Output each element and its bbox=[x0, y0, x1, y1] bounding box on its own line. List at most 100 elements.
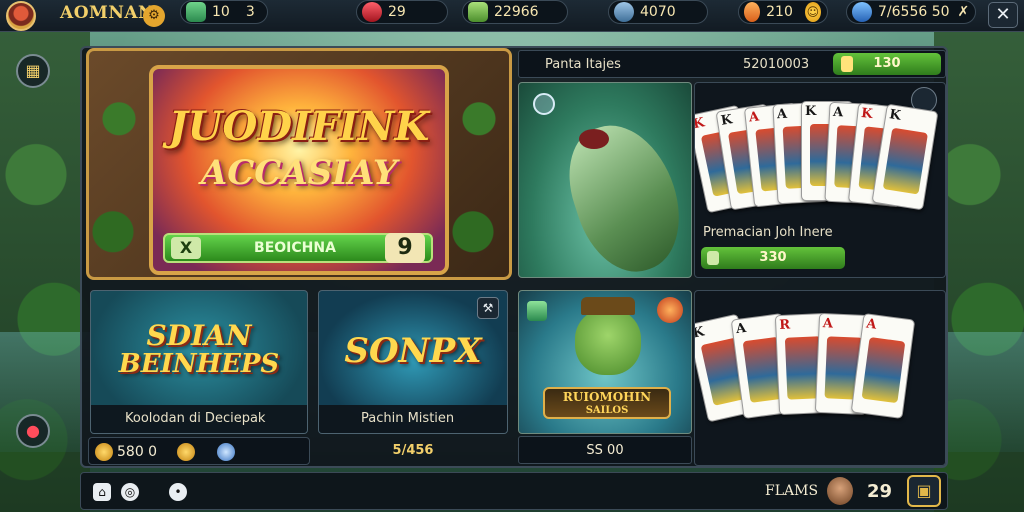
cash-icon bbox=[468, 2, 488, 22]
fishing-lure-icon bbox=[533, 93, 555, 115]
sonpx-value: 5/456 bbox=[392, 443, 434, 458]
target-icon bbox=[657, 297, 683, 323]
fish-illustration bbox=[554, 111, 691, 277]
gem-icon bbox=[527, 301, 547, 321]
card-game-1-button[interactable]: 330 bbox=[701, 247, 845, 269]
gems-counter[interactable]: 10 3 bbox=[180, 0, 268, 24]
fishing-game-tile[interactable] bbox=[518, 82, 692, 278]
panel2-card-rank: R bbox=[778, 317, 791, 333]
panel1-card-rank: K bbox=[805, 104, 817, 119]
home-icon[interactable]: ⌂ bbox=[93, 483, 111, 501]
ruby-gem-icon: ● bbox=[26, 421, 40, 440]
seal-game-title-1: SDIAN bbox=[146, 319, 252, 352]
gems-value: 10 bbox=[212, 4, 230, 20]
shield-value: 7/6556 50 bbox=[878, 4, 950, 20]
header-button-text: 130 bbox=[873, 56, 901, 71]
frog-game-footer: SS 00 bbox=[518, 436, 692, 464]
right-header-row: Panta Itajes 52010003 130 bbox=[518, 50, 946, 78]
smiley-icon: ☺ bbox=[804, 2, 821, 22]
panel1-card-rank: K bbox=[860, 105, 874, 123]
header-mid-text: 52010003 bbox=[743, 57, 810, 72]
bottom-bar-number: 29 bbox=[867, 481, 893, 502]
profile-icon[interactable]: ◎ bbox=[121, 483, 139, 501]
header-green-button[interactable]: 130 bbox=[833, 53, 941, 75]
friend-avatar-icon[interactable] bbox=[827, 477, 853, 505]
panel2-card-rank: A bbox=[822, 316, 834, 332]
frog-banner: RUIOMOHIN SAILOS bbox=[543, 387, 671, 419]
gem-icon bbox=[186, 2, 206, 22]
top-bar: AOMNAN ⚙ 10 3 29 22966 4070 210 ☺ 7/6556… bbox=[0, 0, 1024, 32]
seal-game-footer: Koolodan di Deciepak bbox=[91, 405, 307, 433]
ruby-icon bbox=[362, 2, 382, 22]
bottom-bar-label: FLAMS bbox=[765, 483, 819, 499]
panel2-card-rank: A bbox=[865, 316, 878, 333]
close-button[interactable]: ✕ bbox=[988, 2, 1018, 28]
card-game-panel-1[interactable]: KKAAKAKK Premacian Joh Inere 330 bbox=[694, 82, 946, 278]
coin-icon-2 bbox=[177, 443, 195, 461]
bottom-bar: ⌂ ◎ • FLAMS 29 ▣ bbox=[80, 472, 948, 510]
panel1-card-rank: A bbox=[832, 104, 844, 121]
panel1-card-rank: K bbox=[694, 115, 706, 133]
friends-value: 4070 bbox=[640, 4, 676, 20]
featured-play-bar[interactable]: X BEOICHNA 9 bbox=[163, 233, 433, 263]
featured-game-tile[interactable]: JUODIFINK ACCASIAY X BEOICHNA 9 bbox=[86, 48, 512, 280]
orange-fruit-icon bbox=[744, 2, 761, 22]
coin-icon bbox=[95, 443, 113, 461]
rubies-counter[interactable]: 29 bbox=[356, 0, 448, 24]
shield-arrow: ✗ bbox=[957, 4, 970, 20]
featured-subtitle: ACCASIAY bbox=[200, 153, 398, 193]
orange-counter[interactable]: 210 ☺ bbox=[738, 0, 828, 24]
friends-counter[interactable]: 4070 bbox=[608, 0, 708, 24]
card-game-panel-2[interactable]: KARAA bbox=[694, 290, 946, 466]
sonpx-title: SONPX bbox=[344, 331, 482, 371]
player-avatar[interactable] bbox=[6, 1, 36, 31]
coin-stat-row: 580 0 bbox=[88, 437, 310, 465]
gems-arrow: 3 bbox=[245, 4, 255, 20]
cash-icon bbox=[707, 251, 719, 265]
sonpx-game-tile[interactable]: ⚒ SONPX Pachin Mistien bbox=[318, 290, 508, 434]
frog-character bbox=[575, 309, 641, 375]
orange-value: 210 bbox=[766, 4, 793, 20]
panel1-card-rank: A bbox=[748, 109, 760, 126]
tools-icon[interactable]: ⚒ bbox=[477, 297, 499, 319]
ruby-side-button[interactable]: ● bbox=[16, 414, 50, 448]
briefcase-icon: ▣ bbox=[916, 481, 932, 500]
panel2-card-rank: A bbox=[735, 320, 748, 338]
cash-value: 22966 bbox=[494, 4, 539, 20]
panel1-card-rank: A bbox=[776, 106, 788, 123]
shop-icon: ▦ bbox=[25, 61, 41, 80]
fish-mouth bbox=[579, 129, 609, 149]
shop-button[interactable]: ▦ bbox=[16, 54, 50, 88]
featured-bar-number: 9 bbox=[385, 233, 425, 263]
friend-icon bbox=[614, 2, 634, 22]
frog-game-tile[interactable]: RUIOMOHIN SAILOS bbox=[518, 290, 692, 434]
cash-counter[interactable]: 22966 bbox=[462, 0, 568, 24]
seal-game-title-2: BEINHEPS bbox=[118, 349, 280, 379]
panel1-card-rank: K bbox=[719, 112, 734, 129]
featured-bar-label: BEOICHNA bbox=[254, 240, 336, 256]
vine-decoration-left bbox=[89, 51, 149, 277]
shield-counter[interactable]: 7/6556 50 ✗ bbox=[846, 0, 976, 24]
panel2-card-art bbox=[861, 337, 906, 404]
panel2-card-rank: K bbox=[694, 324, 706, 342]
panel1-card-rank: K bbox=[888, 107, 902, 124]
coin-icon bbox=[841, 56, 853, 72]
frog-banner-line2: SAILOS bbox=[585, 405, 629, 416]
featured-x-button[interactable]: X bbox=[171, 237, 201, 259]
briefcase-button[interactable]: ▣ bbox=[907, 475, 941, 507]
info-icon[interactable]: • bbox=[169, 483, 187, 501]
player-name: AOMNAN bbox=[60, 3, 155, 23]
coin-stat-value: 580 0 bbox=[117, 444, 158, 460]
sonpx-footer: Pachin Mistien bbox=[319, 405, 507, 433]
shield-icon bbox=[852, 2, 872, 22]
settings-gear-icon[interactable]: ⚙ bbox=[143, 5, 165, 27]
seal-game-tile[interactable]: SDIAN BEINHEPS Koolodan di Deciepak bbox=[90, 290, 308, 434]
card-game-1-label: Premacian Joh Inere bbox=[703, 225, 833, 240]
rubies-value: 29 bbox=[388, 4, 406, 20]
frog-banner-line1: RUIOMOHIN bbox=[562, 390, 652, 404]
panel1-card-art bbox=[882, 127, 928, 195]
shield-icon bbox=[217, 443, 235, 461]
card-game-1-button-text: 330 bbox=[759, 250, 787, 265]
vine-decoration-right bbox=[449, 51, 509, 277]
frog-hat bbox=[581, 297, 635, 315]
